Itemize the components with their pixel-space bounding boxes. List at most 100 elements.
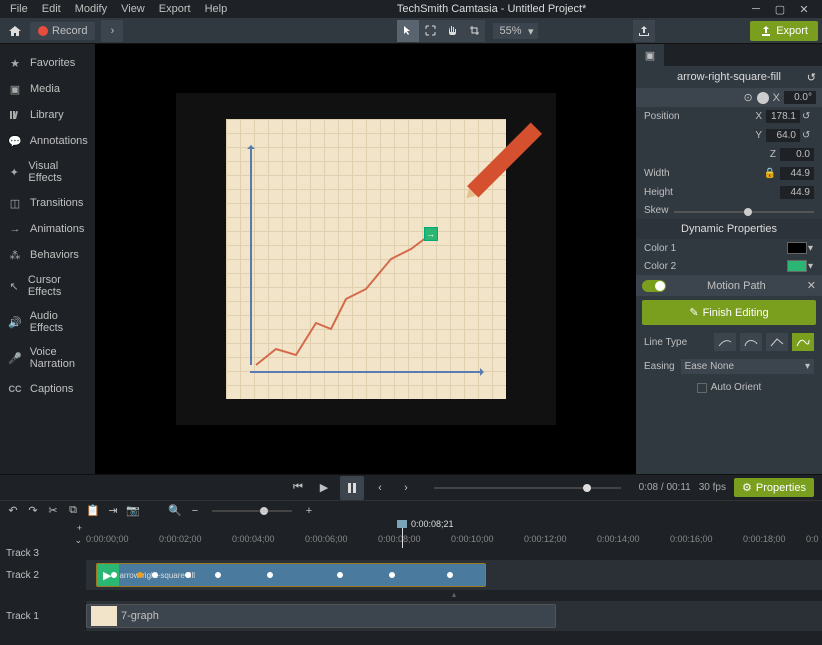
screenshot-button[interactable]: 📷 [126, 504, 140, 518]
home-button[interactable] [4, 20, 26, 42]
linetype-curve2[interactable] [740, 333, 762, 351]
add-track-button[interactable]: + [77, 523, 82, 533]
auto-orient-checkbox[interactable] [697, 383, 707, 393]
reset-icon[interactable]: ↺ [802, 130, 814, 141]
ruler-tick: 0:00:00;00 [86, 534, 129, 544]
finish-editing-button[interactable]: ✎ Finish Editing [642, 300, 816, 325]
reset-icon[interactable]: ↺ [807, 71, 816, 84]
menubar: File Edit Modify View Export Help TechSm… [0, 0, 822, 18]
skew-slider[interactable] [674, 211, 814, 213]
ruler-tick: 0:0 [806, 534, 819, 544]
sidebar-item-animations[interactable]: →Animations [0, 216, 95, 242]
height-input[interactable]: 44.9 [780, 186, 814, 199]
track2-content[interactable]: ▶ arrow-right-square-fill [86, 560, 822, 590]
share-button[interactable] [633, 20, 655, 42]
rotate-ball[interactable] [757, 92, 769, 104]
zoom-in-button[interactable]: + [302, 504, 316, 518]
rotation-value[interactable]: 0.0° [784, 91, 816, 104]
linetype-straight[interactable] [766, 333, 788, 351]
copy-button[interactable]: ⧉ [66, 504, 80, 518]
undo-button[interactable]: ↶ [6, 504, 20, 518]
minimize-icon[interactable]: ─ [750, 3, 762, 15]
step-fwd-button[interactable]: › [396, 478, 416, 498]
sidebar-item-annotations[interactable]: 💬Annotations [0, 128, 95, 154]
easing-label: Easing [644, 361, 675, 372]
record-button[interactable]: Record [30, 22, 95, 40]
canvas-area[interactable]: → [95, 44, 636, 474]
step-back-button[interactable]: ‹ [370, 478, 390, 498]
track3-label[interactable]: Track 3 [0, 548, 86, 558]
close-icon[interactable]: ✕ [798, 3, 810, 15]
sidebar-label: Behaviors [30, 249, 79, 261]
hand-tool[interactable] [441, 20, 463, 42]
finish-icon: ✎ [689, 306, 698, 319]
motion-clip[interactable]: ▶ arrow-right-square-fill [96, 563, 486, 587]
export-button[interactable]: Export [750, 21, 818, 41]
graph-media[interactable]: → [226, 119, 506, 399]
object-name: arrow-right-square-fill [677, 71, 781, 83]
timeline-ruler[interactable]: 0:00:00;00 0:00:02;00 0:00:04;00 0:00:06… [86, 520, 822, 548]
anchor-icon[interactable]: ⊙ [743, 91, 752, 104]
sidebar-item-audioeffects[interactable]: 🔊Audio Effects [0, 304, 95, 340]
linetype-bezier[interactable] [792, 333, 814, 351]
sidebar-item-media[interactable]: ▣Media [0, 76, 95, 102]
menu-edit[interactable]: Edit [36, 1, 67, 17]
sidebar-item-library[interactable]: Library [0, 102, 95, 128]
selected-annotation[interactable]: → [424, 227, 438, 241]
zoom-out-button[interactable]: − [188, 504, 202, 518]
pause-button[interactable] [340, 476, 364, 500]
linetype-curve1[interactable] [714, 333, 736, 351]
timeline-zoom-slider[interactable] [212, 510, 292, 512]
pos-x-input[interactable]: 178.1 [766, 110, 800, 123]
width-input[interactable]: 44.9 [780, 167, 814, 180]
collapse-tracks-button[interactable]: ⌄ [74, 535, 82, 546]
color2-swatch[interactable] [787, 260, 807, 272]
media-clip[interactable]: 7-graph [86, 604, 556, 628]
crop-tool[interactable] [463, 20, 485, 42]
menu-help[interactable]: Help [199, 1, 234, 17]
play-button[interactable]: ▶ [314, 478, 334, 498]
select-tool[interactable] [397, 20, 419, 42]
props-tab-visual[interactable]: ▣ [636, 44, 664, 66]
sidebar-item-captions[interactable]: CCCaptions [0, 376, 95, 402]
pos-y-input[interactable]: 64.0 [766, 129, 800, 142]
sidebar-item-cursoreffects[interactable]: ↖Cursor Effects [0, 268, 95, 304]
sidebar-item-favorites[interactable]: ★Favorites [0, 50, 95, 76]
close-icon[interactable]: ✕ [807, 279, 816, 292]
track1-label[interactable]: Track 1 [0, 611, 86, 622]
sidebar-item-transitions[interactable]: ◫Transitions [0, 190, 95, 216]
motion-toggle[interactable] [642, 280, 666, 292]
playhead[interactable]: 0:00:08;21 [402, 520, 403, 548]
track1-content[interactable]: 7-graph [86, 601, 822, 631]
playback-scrubber[interactable] [434, 487, 621, 489]
prev-frame-button[interactable]: ⏮ [288, 478, 308, 498]
maximize-icon[interactable]: ▢ [774, 3, 786, 15]
sidebar-item-voicenarration[interactable]: 🎤Voice Narration [0, 340, 95, 376]
sidebar-item-behaviors[interactable]: ⁂Behaviors [0, 242, 95, 268]
lock-icon[interactable]: 🔒 [764, 168, 776, 179]
canvas-zoom-select[interactable]: 55%▾ [493, 23, 537, 39]
chevron-down-icon[interactable]: ▾ [808, 261, 814, 272]
menu-export[interactable]: Export [153, 1, 197, 17]
playhead-time: 0:00:08;21 [408, 518, 457, 530]
split-button[interactable]: ⇥ [106, 504, 120, 518]
easing-select[interactable]: Ease None▾ [681, 359, 814, 374]
track2-label[interactable]: Track 2 [0, 570, 86, 581]
sidebar-label: Favorites [30, 57, 75, 69]
redo-button[interactable]: ↷ [26, 504, 40, 518]
chevron-down-icon[interactable]: ▾ [808, 243, 814, 254]
menu-file[interactable]: File [4, 1, 34, 17]
reset-icon[interactable]: ↺ [802, 111, 814, 122]
sidebar-item-visualeffects[interactable]: ✦Visual Effects [0, 154, 95, 190]
video-canvas[interactable]: → [176, 93, 556, 425]
pos-z-input[interactable]: 0.0 [780, 148, 814, 161]
resize-tool[interactable] [419, 20, 441, 42]
paste-button[interactable]: 📋 [86, 504, 100, 518]
cut-button[interactable]: ✂ [46, 504, 60, 518]
menu-view[interactable]: View [115, 1, 151, 17]
chevron-right-icon[interactable]: › [101, 20, 123, 42]
color1-swatch[interactable] [787, 242, 807, 254]
properties-button[interactable]: ⚙Properties [734, 478, 814, 497]
menu-modify[interactable]: Modify [69, 1, 113, 17]
track-resize-handle[interactable]: ▴ [0, 590, 822, 599]
